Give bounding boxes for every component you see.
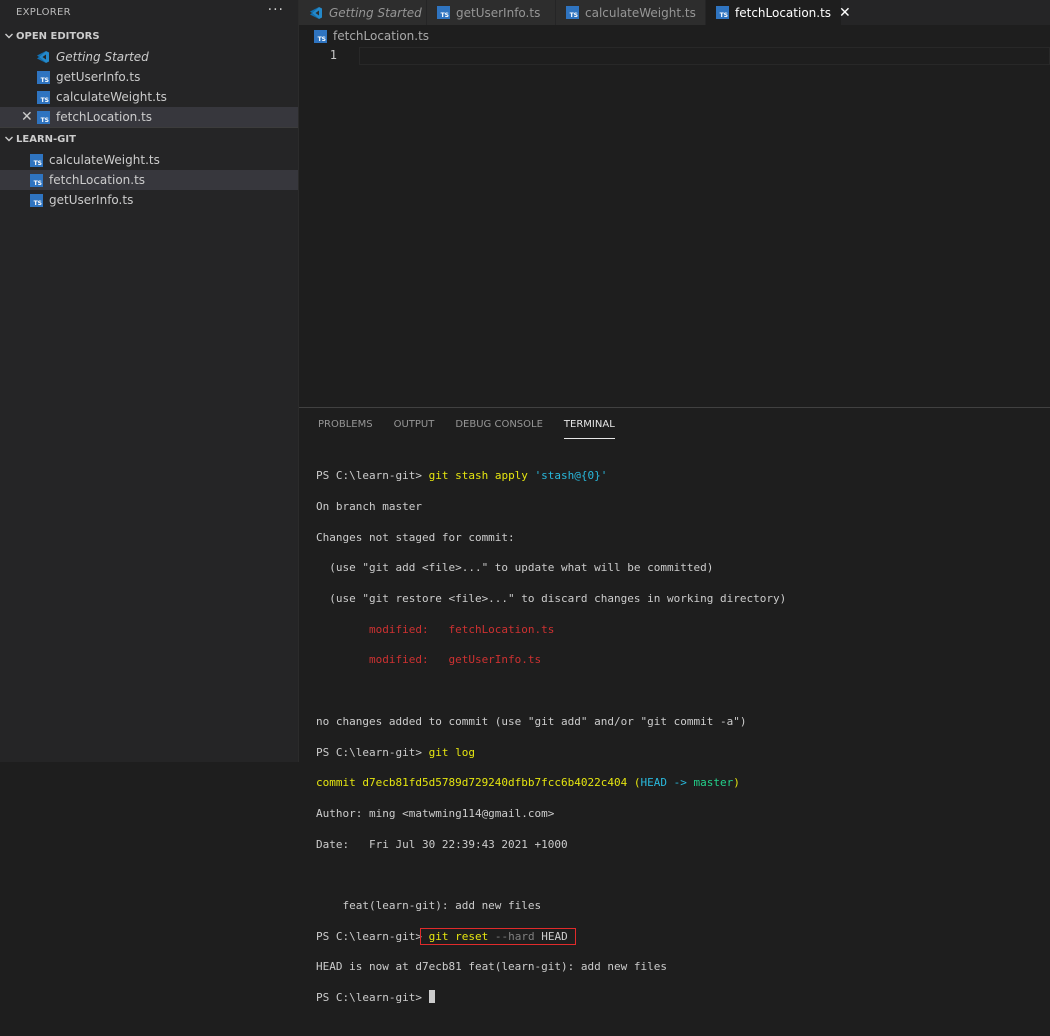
close-icon[interactable]: ✕ [21,109,33,125]
highlighted-command: git reset --hard HEAD [419,927,577,945]
terminal-line: PS C:\learn-git> git reset --hard HEAD [316,927,786,945]
vscode-icon [37,51,49,63]
tab-label: getUserInfo.ts [456,5,541,20]
terminal-line-empty [316,867,786,882]
tab-problems[interactable]: PROBLEMS [318,408,373,441]
line-number: 1 [329,48,337,62]
file-label: calculateWeight.ts [49,153,160,167]
terminal-line: (use "git add <file>..." to update what … [316,561,714,575]
open-editor-label: Getting Started [56,50,149,64]
ts-file-icon: TS [37,110,50,124]
terminal-cursor [428,990,435,1004]
terminal-line: modified: fetchLocation.ts [316,622,555,636]
open-editors-label: OPEN EDITORS [16,30,100,42]
open-editor-item-getting-started[interactable]: Getting Started [0,47,298,67]
more-actions-icon[interactable]: ··· [268,2,284,18]
chevron-down-icon [2,31,16,41]
vscode-icon [310,6,322,19]
terminal-line: Date: Fri Jul 30 22:39:43 2021 +1000 [316,837,568,851]
file-label: fetchLocation.ts [49,173,146,187]
breadcrumb-file[interactable]: fetchLocation.ts [333,29,429,43]
terminal-line: PS C:\learn-git> git stash apply 'stash@… [316,469,608,483]
terminal-line: feat(learn-git): add new files [316,898,542,912]
explorer-title: EXPLORER [16,7,71,18]
open-editor-label: fetchLocation.ts [56,110,153,124]
terminal-line: HEAD is now at d7ecb81 feat(learn-git): … [316,960,667,974]
ts-file-icon: TS [30,153,43,167]
open-editor-item-calculateweight[interactable]: TS calculateWeight.ts [0,87,298,107]
terminal-line: no changes added to commit (use "git add… [316,714,747,728]
file-item-getuserinfo[interactable]: TS getUserInfo.ts [0,190,298,210]
bottom-panel: PROBLEMS OUTPUT DEBUG CONSOLE TERMINAL P… [299,407,1050,1004]
tab-label: fetchLocation.ts [735,5,832,20]
terminal-line: Changes not staged for commit: [316,530,515,544]
terminal-line: PS C:\learn-git> git log [316,745,475,759]
explorer-header: EXPLORER ··· [0,0,298,25]
file-label: getUserInfo.ts [49,193,134,207]
ts-file-icon: TS [566,6,579,19]
editor-tab-bar: Getting Started TS getUserInfo.ts TS cal… [299,0,1050,25]
terminal-line: PS C:\learn-git> [316,990,786,1005]
tab-output[interactable]: OUTPUT [394,408,435,441]
ts-file-icon: TS [437,6,450,19]
terminal-line: Author: ming <matwming114@gmail.com> [316,806,555,820]
terminal-line: On branch master [316,500,422,514]
tab-label: calculateWeight.ts [585,5,696,20]
open-editors-section-header[interactable]: OPEN EDITORS [0,25,298,47]
tab-terminal[interactable]: TERMINAL [563,408,615,441]
terminal-line-empty [316,683,786,698]
tab-getuserinfo[interactable]: TS getUserInfo.ts [427,0,556,25]
ts-file-icon: TS [37,90,50,104]
close-icon[interactable]: ✕ [839,5,851,21]
tab-fetchlocation[interactable]: TS fetchLocation.ts ✕ [706,0,851,25]
code-editor[interactable]: 1 [299,47,1050,407]
ts-file-icon: TS [37,70,50,84]
open-editor-item-fetchlocation[interactable]: ✕ TS fetchLocation.ts [0,107,298,127]
explorer-sidebar: EXPLORER ··· OPEN EDITORS Getting Starte… [0,0,299,762]
workspace-label: LEARN-GIT [16,133,76,145]
terminal-line: commit d7ecb81fd5d5789d729240dfbb7fcc6b4… [316,776,740,790]
panel-tab-bar: PROBLEMS OUTPUT DEBUG CONSOLE TERMINAL [299,408,1050,441]
terminal-output[interactable]: PS C:\learn-git> git stash apply 'stash@… [316,453,786,1036]
open-editor-label: getUserInfo.ts [56,70,141,84]
ts-file-icon: TS [716,6,729,19]
ts-file-icon: TS [30,193,43,207]
terminal-line: (use "git restore <file>..." to discard … [316,592,787,606]
current-line-highlight [359,47,1050,65]
ts-file-icon: TS [30,173,43,187]
open-editor-item-getuserinfo[interactable]: TS getUserInfo.ts [0,67,298,87]
tab-calculateweight[interactable]: TS calculateWeight.ts [556,0,706,25]
tab-debug-console[interactable]: DEBUG CONSOLE [455,408,543,441]
breadcrumb: TS fetchLocation.ts [299,25,1050,47]
terminal-line: modified: getUserInfo.ts [316,653,542,667]
file-item-calculateweight[interactable]: TS calculateWeight.ts [0,150,298,170]
open-editor-label: calculateWeight.ts [56,90,167,104]
chevron-down-icon [2,134,16,144]
tab-label: Getting Started [329,5,422,20]
tab-getting-started[interactable]: Getting Started [299,0,427,25]
file-item-fetchlocation[interactable]: TS fetchLocation.ts [0,170,298,190]
ts-file-icon: TS [314,29,327,43]
workspace-section-header[interactable]: LEARN-GIT [0,128,298,150]
